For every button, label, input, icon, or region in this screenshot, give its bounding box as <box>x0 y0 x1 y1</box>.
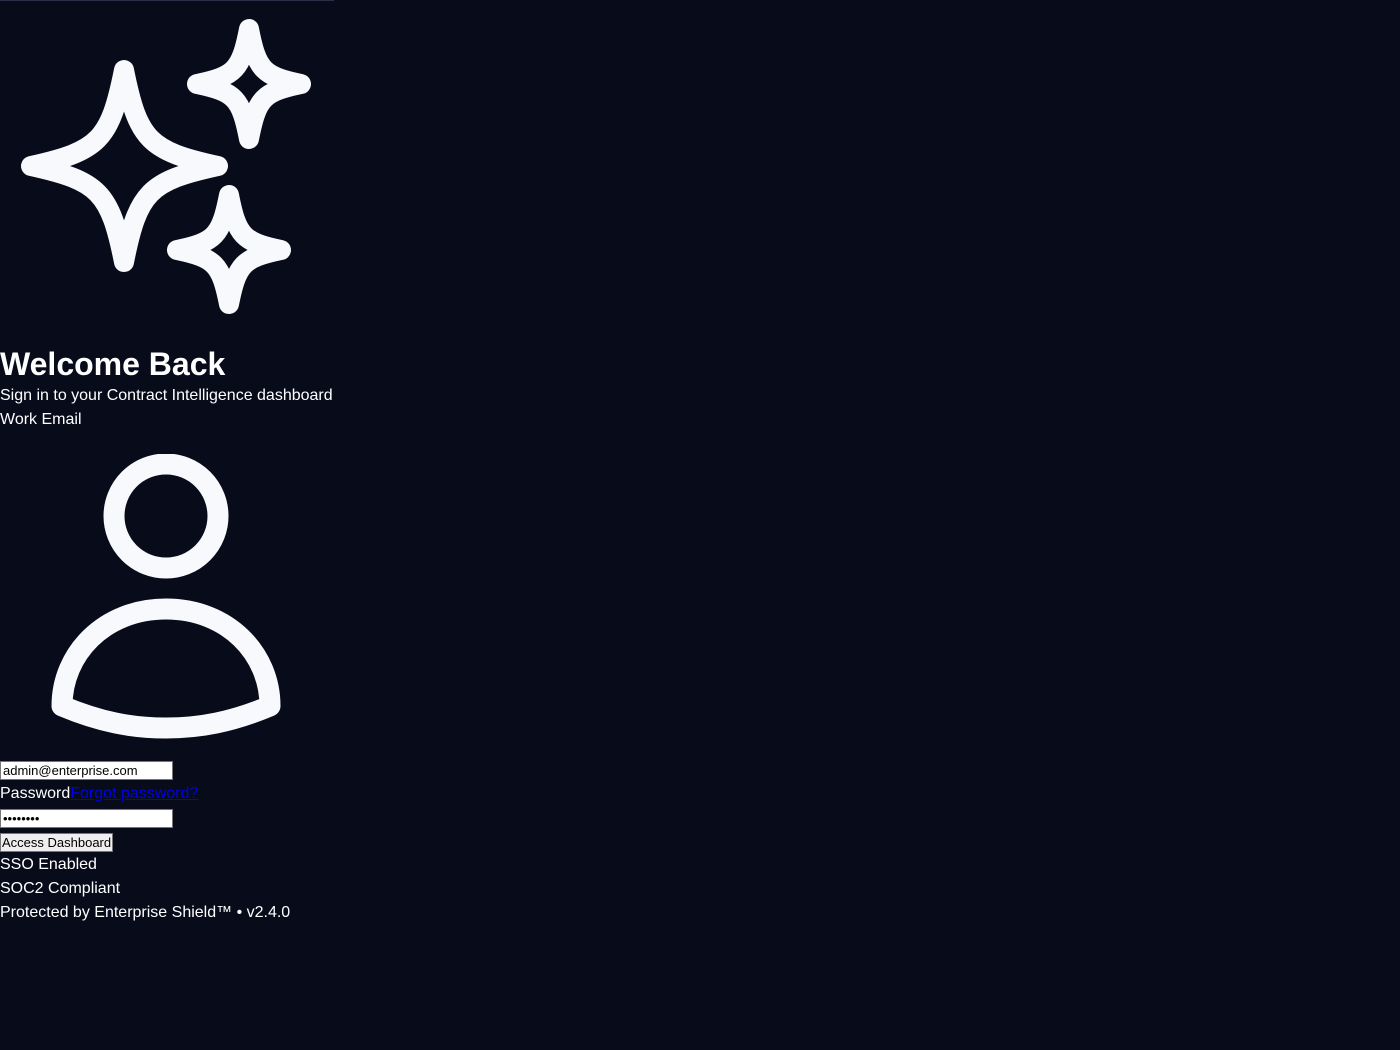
sparkles-icon <box>21 19 311 314</box>
password-field[interactable] <box>0 809 173 828</box>
password-row: Password Forgot password? <box>0 782 334 806</box>
access-dashboard-button[interactable]: Access Dashboard <box>0 833 114 852</box>
email-field[interactable] <box>0 761 173 780</box>
forgot-password-link[interactable]: Forgot password? <box>70 782 198 806</box>
sso-badge: SSO Enabled <box>0 856 97 873</box>
login-panel: Welcome Back Sign in to your Contract In… <box>0 0 334 925</box>
page-title: Welcome Back <box>0 346 226 382</box>
soc2-badge: SOC2 Compliant <box>0 880 121 897</box>
footer-text: Protected by Enterprise Shield™ • v2.4.0 <box>0 904 291 921</box>
password-label: Password <box>0 785 71 802</box>
page-subtitle: Sign in to your Contract Intelligence da… <box>0 387 333 404</box>
email-label: Work Email <box>0 411 82 428</box>
user-icon <box>51 454 281 739</box>
security-badges: SSO Enabled SOC2 Compliant <box>0 853 334 901</box>
